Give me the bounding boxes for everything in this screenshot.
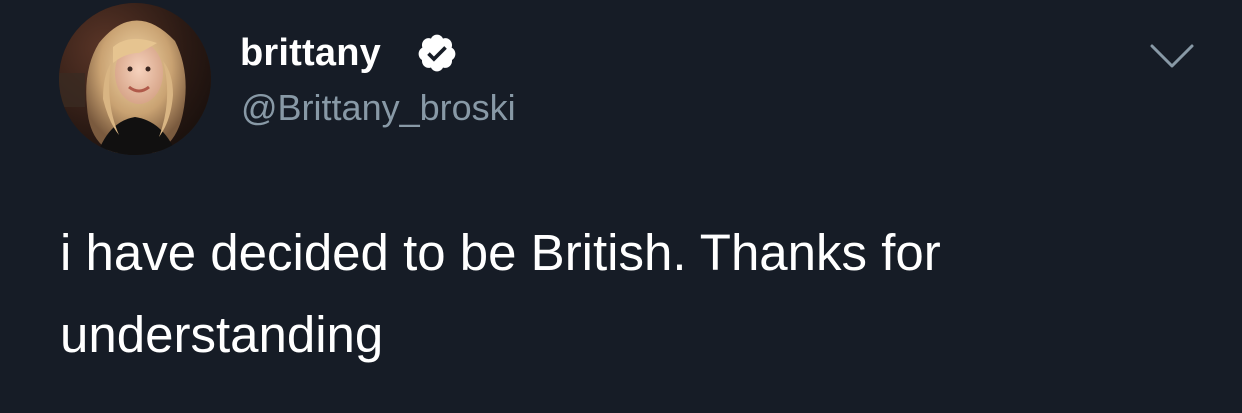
- tweet-text: i have decided to be British. Thanks for…: [60, 224, 941, 363]
- display-name[interactable]: brittany: [240, 30, 381, 76]
- verified-badge-icon: [418, 34, 456, 72]
- avatar-image: [59, 3, 211, 155]
- tweet-card: brittany @Brittany_broski i have decided…: [0, 0, 1242, 413]
- user-handle[interactable]: @Brittany_broski: [241, 86, 516, 130]
- avatar[interactable]: [59, 3, 211, 155]
- chevron-down-icon[interactable]: [1148, 40, 1196, 72]
